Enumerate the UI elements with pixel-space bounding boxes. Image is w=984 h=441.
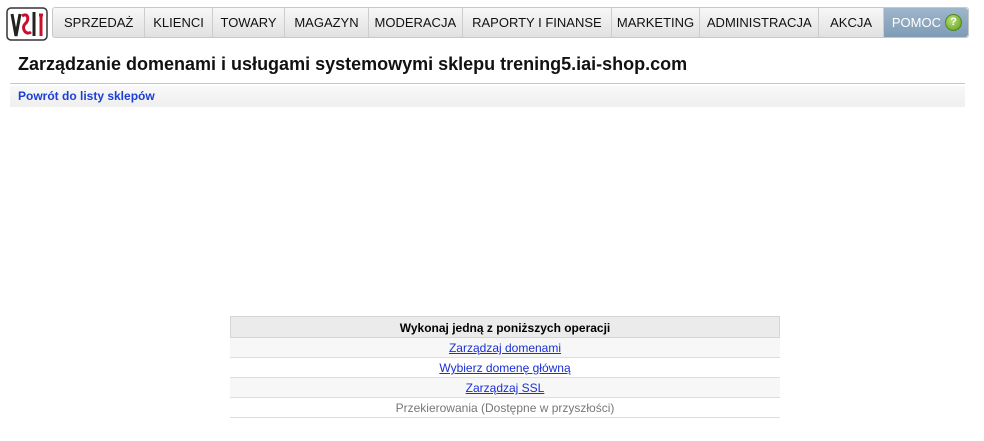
menu-item-akcja[interactable]: AKCJA: [819, 8, 884, 37]
menu-item-klienci[interactable]: KLIENCI: [145, 8, 213, 37]
redirects-disabled-item: Przekierowania (Dostępne w przyszłości): [230, 398, 780, 418]
page-title: Zarządzanie domenami i usługami systemow…: [18, 54, 688, 74]
back-to-shop-list-link[interactable]: Powrót do listy sklepów: [18, 89, 155, 103]
app-logo[interactable]: [6, 6, 48, 42]
manage-domains-link[interactable]: Zarządzaj domenami: [449, 341, 561, 355]
logo-icon: [6, 7, 48, 41]
manage-ssl-link[interactable]: Zarządzaj SSL: [466, 381, 545, 395]
menu-item-marketing[interactable]: MARKETING: [612, 8, 701, 37]
main-menu: SPRZEDAŻ KLIENCI TOWARY MAGAZYN MODERACJ…: [52, 7, 969, 38]
help-label: POMOC: [891, 15, 941, 30]
menu-item-raporty[interactable]: RAPORTY I FINANSE: [463, 8, 612, 37]
operations-heading: Wykonaj jedną z poniższych operacji: [230, 316, 780, 338]
operation-row: Wybierz domenę główną: [230, 358, 780, 378]
title-divider: [10, 83, 965, 84]
menu-item-pomoc[interactable]: POMOC ?: [883, 8, 968, 37]
menu-item-magazyn[interactable]: MAGAZYN: [285, 8, 369, 37]
back-bar: Powrót do listy sklepów: [10, 86, 965, 107]
menu-item-administracja[interactable]: ADMINISTRACJA: [700, 8, 820, 37]
menu-item-towary[interactable]: TOWARY: [213, 8, 286, 37]
operations-table: Wykonaj jedną z poniższych operacji Zarz…: [230, 316, 780, 418]
menu-item-sprzedaz[interactable]: SPRZEDAŻ: [53, 8, 146, 37]
help-icon: ?: [944, 14, 962, 31]
operation-row: Zarządzaj SSL: [230, 378, 780, 398]
menu-item-moderacja[interactable]: MODERACJA: [369, 8, 463, 37]
operations-list: Zarządzaj domenami Wybierz domenę główną…: [230, 338, 780, 418]
operation-row: Zarządzaj domenami: [230, 338, 780, 358]
choose-main-domain-link[interactable]: Wybierz domenę główną: [439, 361, 570, 375]
